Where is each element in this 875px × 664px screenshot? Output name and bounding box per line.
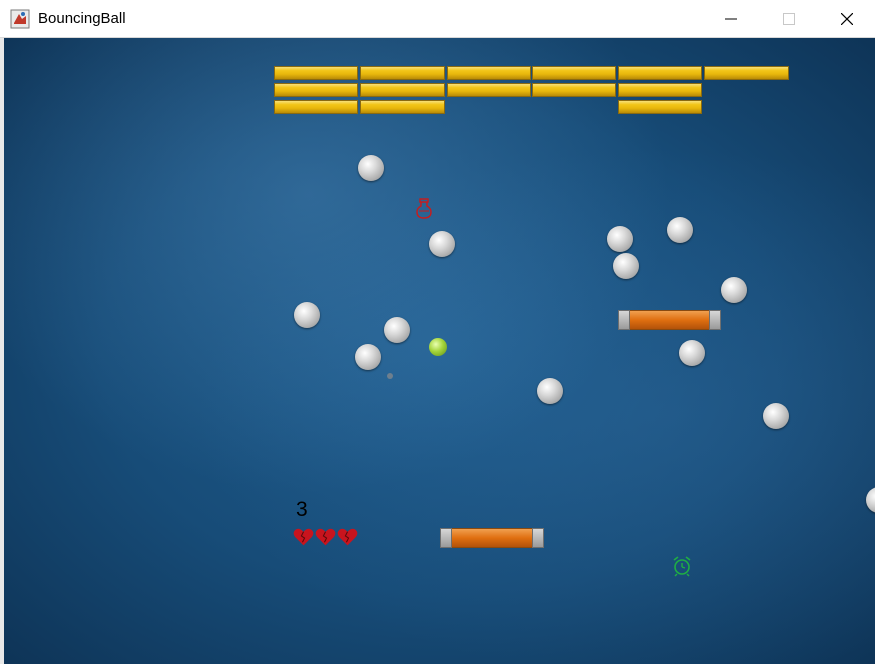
ball	[294, 302, 320, 328]
brick	[532, 66, 616, 80]
ball	[537, 378, 563, 404]
minimize-button[interactable]	[702, 0, 760, 38]
brick	[360, 66, 445, 80]
title-bar: BouncingBall	[0, 0, 875, 38]
lives-display	[293, 527, 358, 547]
alarm-clock-icon	[673, 556, 691, 577]
brick	[360, 83, 445, 97]
brick	[704, 66, 789, 80]
java-app-icon	[10, 9, 30, 29]
small-ball	[387, 373, 393, 379]
paddle-cap-left	[440, 528, 452, 548]
maximize-icon	[783, 13, 795, 25]
brick	[274, 83, 358, 97]
close-icon	[841, 13, 853, 25]
ball	[429, 231, 455, 257]
enemy-paddle	[618, 310, 721, 330]
window-title: BouncingBall	[38, 10, 126, 27]
brick	[532, 83, 616, 97]
brick	[274, 100, 358, 114]
ball	[607, 226, 633, 252]
ball	[866, 487, 875, 513]
paddle-body	[452, 528, 532, 548]
active-ball	[429, 338, 447, 356]
brick	[447, 66, 531, 80]
ball	[355, 344, 381, 370]
heart-icon	[337, 528, 358, 546]
brick	[274, 66, 358, 80]
heart-icon	[315, 528, 336, 546]
brick	[360, 100, 445, 114]
close-button[interactable]	[818, 0, 875, 38]
maximize-button[interactable]	[760, 0, 818, 38]
brick	[618, 83, 702, 97]
brick	[618, 100, 702, 114]
heart-icon	[293, 528, 314, 546]
brick	[447, 83, 531, 97]
minimize-icon	[725, 18, 737, 20]
ball	[763, 403, 789, 429]
game-canvas[interactable]: 3	[4, 38, 875, 664]
score-counter: 3	[296, 498, 308, 521]
player-paddle[interactable]	[440, 528, 544, 548]
ball	[613, 253, 639, 279]
ball	[679, 340, 705, 366]
paddle-cap-right	[532, 528, 544, 548]
ball	[384, 317, 410, 343]
brick	[618, 66, 702, 80]
paddle-cap-right	[709, 310, 721, 330]
paddle-cap-left	[618, 310, 630, 330]
ball	[667, 217, 693, 243]
paddle-body	[630, 310, 709, 330]
potion-icon	[416, 198, 432, 219]
ball	[721, 277, 747, 303]
ball	[358, 155, 384, 181]
